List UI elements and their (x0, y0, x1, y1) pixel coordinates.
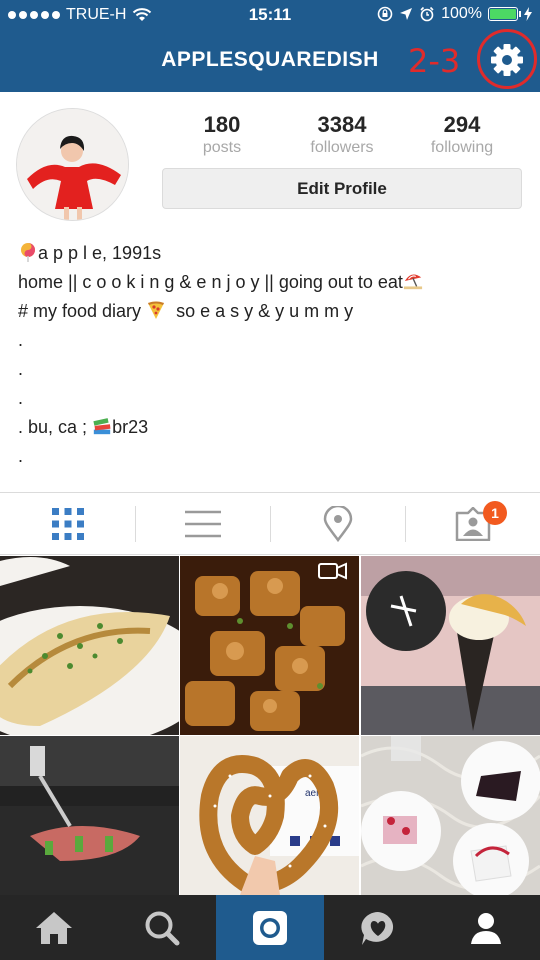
stat-label: posts (202, 139, 242, 156)
bio-line: . (18, 388, 24, 408)
charging-bolt-icon (524, 7, 532, 21)
settings-button[interactable] (477, 29, 537, 89)
list-icon (184, 510, 221, 537)
tab-location[interactable] (270, 493, 405, 554)
photo-thumbnail[interactable] (0, 736, 179, 915)
bio-line: # my food diary so e a s y & y u m m y (18, 301, 354, 321)
beach-umbrella-icon (403, 274, 423, 290)
avatar[interactable] (16, 108, 129, 221)
nav-camera[interactable] (216, 895, 324, 960)
nav-activity[interactable] (324, 895, 432, 960)
camera-icon (253, 910, 287, 945)
edit-profile-button[interactable]: Edit Profile (162, 168, 522, 209)
nav-profile[interactable] (432, 895, 540, 960)
location-pin-icon (323, 505, 352, 542)
step-annotation: 2-3 (408, 42, 461, 80)
bio-line: . (18, 446, 24, 466)
activity-heart-icon (361, 911, 394, 945)
stat-value: 294 (443, 112, 481, 137)
profile-icon (471, 912, 501, 944)
books-icon (93, 418, 111, 435)
bio-line: a p p l e, 1991s (18, 238, 528, 267)
home-icon (36, 911, 72, 944)
photo-thumbnail[interactable] (361, 736, 540, 915)
photo-thumbnail[interactable]: aen (180, 736, 359, 915)
photo-thumbnail[interactable] (0, 556, 179, 735)
pizza-icon (148, 301, 165, 319)
bio-line: home || c o o k i n g & e n j o y || goi… (18, 267, 528, 296)
stat-label: followers (310, 139, 374, 156)
bottom-navigation (0, 895, 540, 960)
stat-value: 3384 (317, 112, 367, 137)
following-count[interactable]: 294 following (402, 112, 522, 157)
photo-thumbnail[interactable] (180, 556, 359, 735)
tab-list[interactable] (135, 493, 270, 554)
bio-line: . bu, ca ; br23 (18, 417, 149, 437)
nav-home[interactable] (0, 895, 108, 960)
rotation-lock-icon (377, 6, 393, 22)
bio-line: . (18, 330, 24, 350)
status-bar: TRUE-H 15:11 100% (0, 0, 540, 32)
notification-badge: 1 (483, 501, 507, 525)
alarm-icon (420, 6, 434, 22)
grid-icon (51, 507, 84, 540)
battery-percent: 100% (441, 5, 482, 22)
tab-tagged[interactable]: 1 (405, 493, 540, 554)
stat-label: following (430, 139, 494, 156)
search-icon (145, 911, 180, 945)
photo-grid: aen (0, 556, 540, 895)
profile-tabs: 1 (0, 492, 540, 555)
lollipop-icon (21, 243, 35, 262)
followers-count[interactable]: 3384 followers (282, 112, 402, 157)
profile-bio: a p p l e, 1991s home || c o o k i n g &… (18, 238, 528, 470)
location-arrow-icon (400, 8, 413, 20)
profile-stats: 180 posts 3384 followers 294 following (162, 112, 522, 157)
posts-count[interactable]: 180 posts (162, 112, 282, 157)
photo-thumbnail[interactable] (361, 556, 540, 735)
top-bar: TRUE-H 15:11 100% APPLESQUAREDISH 2-3 (0, 0, 540, 92)
tab-grid[interactable] (0, 493, 135, 554)
battery-icon (488, 7, 521, 21)
nav-search[interactable] (108, 895, 216, 960)
bio-line: . (18, 359, 24, 379)
stat-value: 180 (203, 112, 241, 137)
highlight-circle (477, 29, 537, 89)
